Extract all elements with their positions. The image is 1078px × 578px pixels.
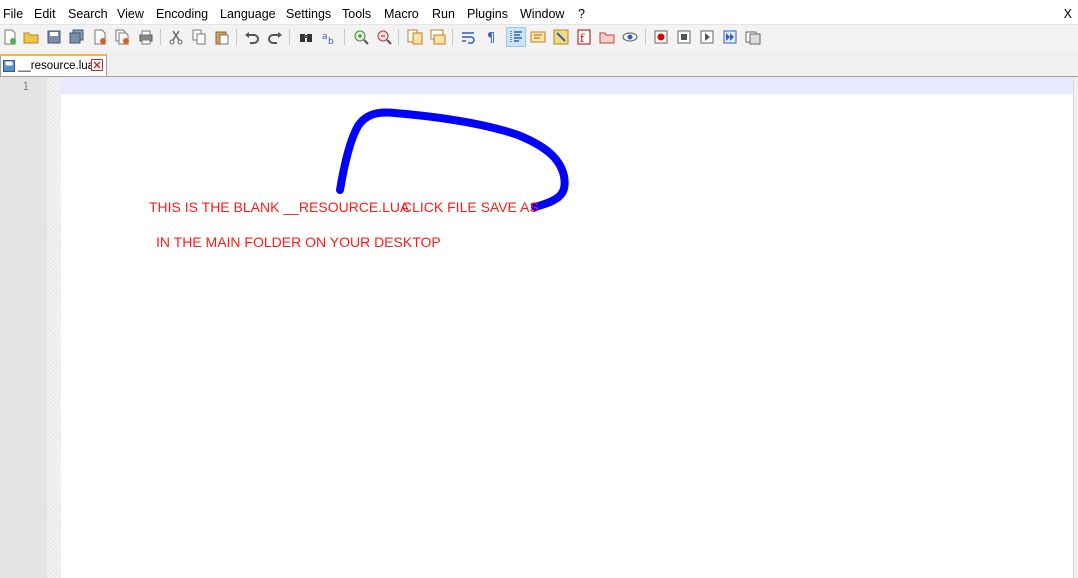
annotation-click-file-save-as: CLICK FILE SAVE AS (402, 199, 539, 215)
blue-scribble-arrow (336, 108, 569, 211)
annotation-blank-resource: THIS IS THE BLANK __RESOURCE.LUA (149, 199, 410, 215)
annotation-main-folder: IN THE MAIN FOLDER ON YOUR DESKTOP (156, 234, 441, 250)
